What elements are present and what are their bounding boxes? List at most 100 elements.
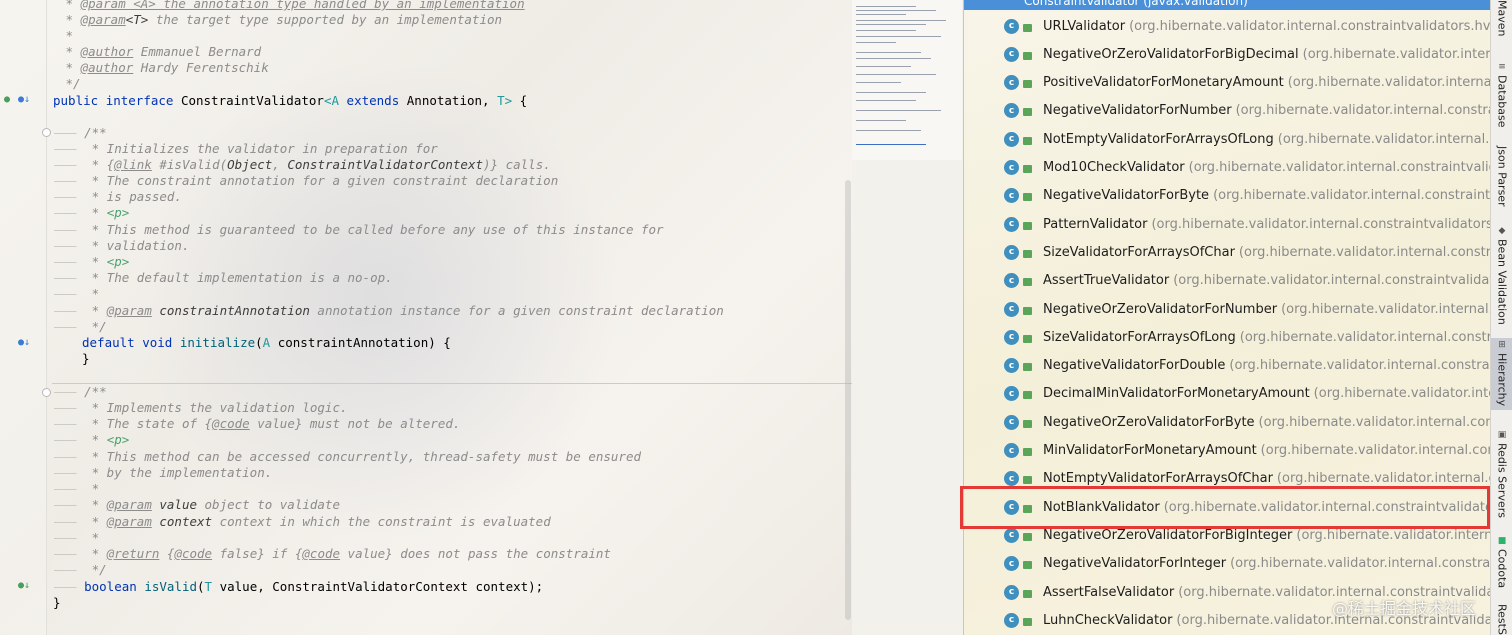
- code-line: }: [53, 595, 61, 610]
- public-access-icon: [1023, 51, 1032, 60]
- class-icon: c: [1004, 584, 1019, 600]
- hierarchy-item[interactable]: c DecimalMinValidatorForMonetaryAmount (or…: [964, 380, 1491, 408]
- class-package: (org.hibernate.validator.internal.constr…: [1230, 556, 1491, 572]
- class-icon: c: [1004, 301, 1019, 317]
- hierarchy-item[interactable]: c NegativeOrZeroValidatorForNumber (org.hi…: [964, 295, 1491, 323]
- fold-marker[interactable]: [42, 388, 51, 397]
- redis-icon: ▣: [1497, 430, 1507, 440]
- class-name: NegativeValidatorForByte: [1043, 188, 1210, 204]
- public-access-icon: [1023, 617, 1032, 626]
- code-line: * @author Emmanuel Bernard: [58, 44, 262, 59]
- hierarchy-item[interactable]: c NegativeValidatorForByte (org.hibernate.…: [964, 182, 1491, 210]
- code-line: ——— * The state of {@code value} must no…: [54, 416, 461, 431]
- highlight-box: [960, 486, 1490, 529]
- class-icon: c: [1004, 386, 1019, 402]
- code-line: ——— * <p>: [54, 205, 130, 220]
- code-line: ——— * @param context context in which th…: [54, 514, 551, 529]
- class-package: (org.hibernate.validator.internal.cons: [1302, 46, 1491, 62]
- hierarchy-item[interactable]: c URLValidator (org.hibernate.validator.in…: [964, 12, 1491, 40]
- bean-icon: ◆: [1498, 226, 1506, 236]
- hierarchy-item[interactable]: c NegativeValidatorForInteger (org.hiberna…: [964, 550, 1491, 578]
- class-package: (org.hibernate.validator.internal.constr…: [1151, 216, 1491, 232]
- hierarchy-item[interactable]: c NegativeValidatorForNumber (org.hibernat…: [964, 97, 1491, 125]
- class-name: AssertFalseValidator: [1043, 584, 1175, 600]
- hierarchy-item[interactable]: c AssertTrueValidator (org.hibernate.valid…: [964, 267, 1491, 295]
- hierarchy-root-item[interactable]: ConstraintValidator (javax.validation): [964, 0, 1491, 10]
- class-icon: c: [1004, 443, 1019, 458]
- tool-tab-hierarchy[interactable]: ⊞ Hierarchy: [1491, 338, 1512, 410]
- hierarchy-item[interactable]: c MinValidatorForMonetaryAmount (org.hiber…: [964, 437, 1491, 465]
- code-minimap[interactable]: [852, 0, 962, 160]
- public-access-icon: [1023, 249, 1032, 258]
- tool-tab-redis-servers[interactable]: ▣ Redis Servers: [1491, 428, 1512, 518]
- public-access-icon: [1023, 448, 1032, 456]
- code-line: ——— *: [54, 530, 100, 545]
- code-line: * @param <A> the annotation type handled…: [58, 0, 525, 11]
- tool-tab-database[interactable]: ≡ Database: [1491, 60, 1512, 128]
- hierarchy-item[interactable]: c NegativeOrZeroValidatorForByte (org.hibe…: [964, 408, 1491, 436]
- code-editor[interactable]: ● ●↓ ●↓ ●↓ * @param <A> the annotation t…: [0, 0, 852, 635]
- class-name: MinValidatorForMonetaryAmount: [1043, 443, 1257, 458]
- hierarchy-icon: ⊞: [1498, 340, 1506, 350]
- hierarchy-item[interactable]: c NegativeOrZeroValidatorForBigDecimal (or…: [964, 40, 1491, 68]
- class-package: (org.hibernate.validator.internal.constr…: [1260, 443, 1491, 458]
- class-package: (org.hibernate.validator.internal.constr…: [1229, 358, 1491, 374]
- code-line: }: [82, 351, 90, 366]
- hierarchy-item[interactable]: c SizeValidatorForArraysOfChar (org.hibern…: [964, 238, 1491, 266]
- public-access-icon: [1023, 23, 1032, 32]
- tool-tab-bean-validation[interactable]: ◆ Bean Validation: [1491, 224, 1512, 325]
- fold-marker[interactable]: [42, 128, 51, 137]
- tool-tab-rest[interactable]: RestS: [1491, 604, 1512, 635]
- tool-tab-maven[interactable]: Maven: [1491, 0, 1512, 36]
- public-access-icon: [1023, 80, 1032, 89]
- code-line: ——— * Implements the validation logic.: [54, 400, 348, 415]
- class-icon: c: [1004, 75, 1019, 91]
- code-line: ——— * This method is guaranteed to be ca…: [54, 222, 664, 237]
- override-down-icon[interactable]: ●↓: [18, 94, 30, 105]
- class-name: NegativeOrZeroValidatorForBigDecimal: [1043, 46, 1299, 62]
- class-package: (org.hibernate.validator.internal.constr…: [1258, 414, 1491, 430]
- hierarchy-item[interactable]: c NotEmptyValidatorForArraysOfLong (org.hi…: [964, 125, 1491, 153]
- public-access-icon: [1023, 476, 1032, 485]
- implemented-icon[interactable]: ●↓: [18, 580, 30, 591]
- class-icon: c: [1004, 131, 1019, 147]
- database-icon: ≡: [1498, 62, 1506, 72]
- class-package: (org.hibernate.validator.internal.constr…: [1235, 103, 1491, 119]
- public-access-icon: [1023, 334, 1032, 343]
- code-line: */: [58, 76, 81, 91]
- hierarchy-item[interactable]: c NegativeValidatorForDouble (org.hibernat…: [964, 352, 1491, 380]
- code-line: ——— * <p>: [54, 432, 130, 447]
- class-package: (org.hibernate.validator.internal.constr…: [1213, 188, 1491, 204]
- editor-gutter[interactable]: ● ●↓ ●↓ ●↓: [0, 0, 47, 635]
- code-line: ——— *: [54, 286, 100, 301]
- class-name: NegativeOrZeroValidatorForByte: [1043, 414, 1255, 430]
- hierarchy-item[interactable]: c SizeValidatorForArraysOfLong (org.hibern…: [964, 323, 1491, 351]
- class-package: (org.hibernate.validator.internal.constr…: [1239, 329, 1491, 345]
- hierarchy-item[interactable]: c PatternValidator (org.hibernate.validato…: [964, 210, 1491, 238]
- code-line: ——— * validation.: [54, 238, 190, 253]
- tool-tab-codota[interactable]: ■ Codota: [1491, 534, 1512, 588]
- code-line: ——— /**: [54, 384, 107, 399]
- override-down-icon[interactable]: ●↓: [18, 337, 30, 348]
- code-line: ——— * <p>: [54, 254, 130, 269]
- implemented-icon[interactable]: ●: [4, 94, 10, 105]
- hierarchy-item[interactable]: c PositiveValidatorForMonetaryAmount (org.…: [964, 69, 1491, 97]
- public-access-icon: [1023, 221, 1032, 230]
- class-package: (org.hibernate.validator.internal.constr…: [1277, 131, 1491, 147]
- editor-scrollbar[interactable]: [845, 180, 851, 620]
- class-icon: c: [1004, 216, 1019, 232]
- public-access-icon: [1023, 306, 1032, 315]
- class-package: (org.hibernate.validator.internal.constr…: [1276, 471, 1491, 487]
- public-access-icon: [1023, 136, 1032, 145]
- class-icon: c: [1004, 244, 1019, 260]
- interface-declaration: public interface ConstraintValidator<A e…: [53, 93, 528, 108]
- class-name: NegativeOrZeroValidatorForNumber: [1043, 301, 1278, 317]
- hierarchy-item[interactable]: c Mod10CheckValidator (org.hibernate.valid…: [964, 154, 1491, 182]
- class-name: NotEmptyValidatorForArraysOfLong: [1043, 131, 1274, 147]
- class-package: (org.hibernate.validator.internal.constr…: [1238, 244, 1491, 260]
- hierarchy-panel[interactable]: ConstraintValidator (javax.validation) c…: [963, 0, 1491, 635]
- class-icon: c: [1004, 527, 1019, 543]
- tool-tab-json-parser[interactable]: Json Parser: [1491, 146, 1512, 207]
- public-access-icon: [1023, 193, 1032, 202]
- class-name: NegativeValidatorForNumber: [1043, 103, 1232, 119]
